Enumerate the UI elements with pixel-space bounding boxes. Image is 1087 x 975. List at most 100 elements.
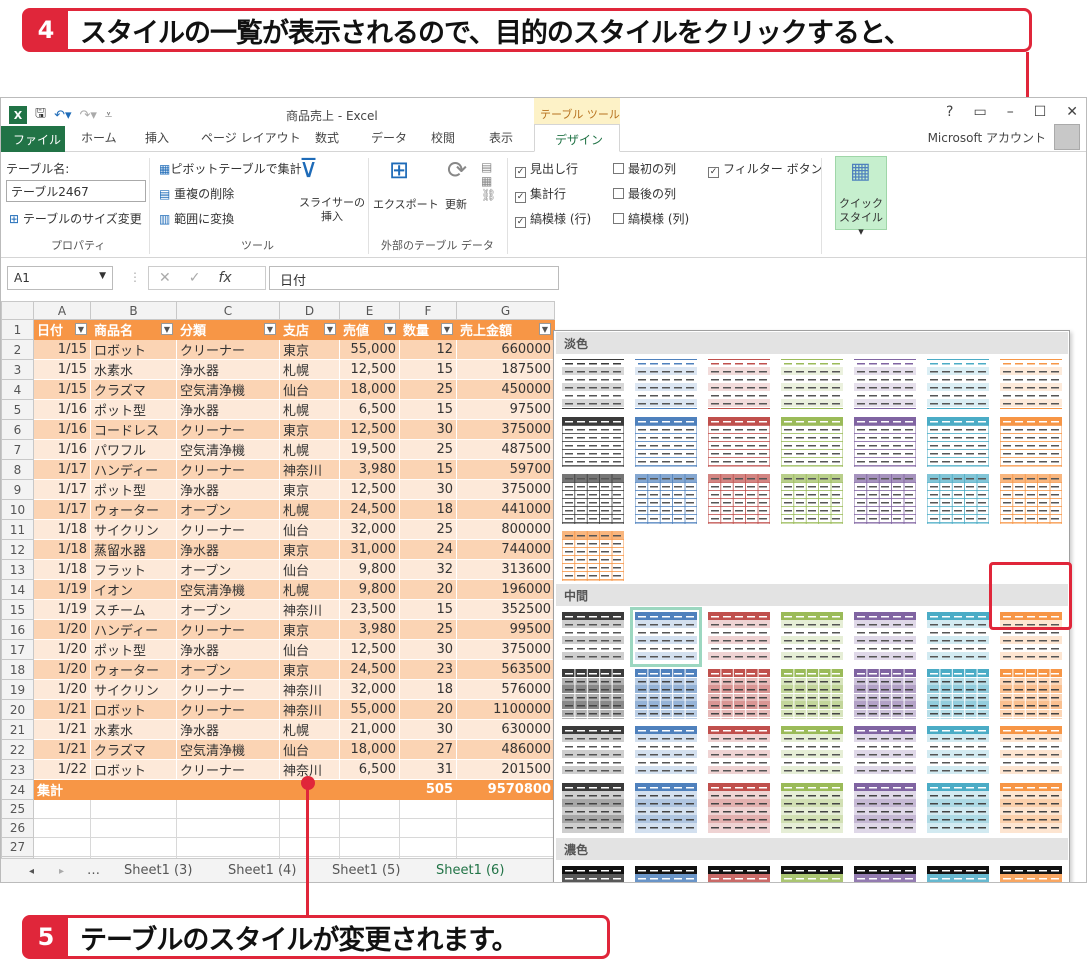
table-cell[interactable]: 水素水 xyxy=(90,719,177,740)
filter-dropdown-icon[interactable]: ▼ xyxy=(441,323,453,335)
table-cell[interactable]: クリーナー xyxy=(176,339,280,360)
resize-table-button[interactable]: ⊞ テーブルのサイズ変更 xyxy=(9,210,142,227)
table-cell[interactable]: パワフル xyxy=(90,439,177,460)
table-cell[interactable]: 1/16 xyxy=(33,439,91,460)
table-cell[interactable]: 15 xyxy=(399,359,457,380)
table-style-option[interactable] xyxy=(635,359,697,409)
table-cell[interactable]: 18 xyxy=(399,679,457,700)
table-style-option[interactable] xyxy=(781,726,843,776)
column-header[interactable]: B xyxy=(90,301,177,320)
filter-button-checkbox[interactable]: ✓ フィルター ボタン xyxy=(708,160,823,178)
table-cell[interactable]: クリーナー xyxy=(176,759,280,780)
table-cell[interactable]: ウォーター xyxy=(90,499,177,520)
table-cell[interactable]: 1/16 xyxy=(33,399,91,420)
table-style-option[interactable] xyxy=(708,612,770,662)
table-name-input[interactable]: テーブル2467 xyxy=(6,180,146,202)
table-cell[interactable]: 1/19 xyxy=(33,599,91,620)
table-cell[interactable]: 800000 xyxy=(456,519,555,540)
banded-rows-checkbox[interactable]: ✓ 縞模様 (行) xyxy=(515,210,591,228)
remove-duplicates-button[interactable]: ▤ 重複の削除 xyxy=(159,185,234,202)
total-qty-cell[interactable]: 505 xyxy=(399,779,457,800)
table-style-option[interactable] xyxy=(927,612,989,662)
table-style-option[interactable] xyxy=(708,669,770,719)
ribbon-display-icon[interactable]: ▭ xyxy=(973,104,986,120)
row-number[interactable]: 11 xyxy=(1,519,34,540)
banded-columns-checkbox[interactable]: 縞模様 (列) xyxy=(613,210,689,227)
filter-dropdown-icon[interactable]: ▼ xyxy=(384,323,396,335)
table-style-option[interactable] xyxy=(927,726,989,776)
header-row-checkbox[interactable]: ✓ 見出し行 xyxy=(515,160,578,178)
filter-dropdown-icon[interactable]: ▼ xyxy=(75,323,87,335)
table-cell[interactable]: 59700 xyxy=(456,459,555,480)
table-style-option[interactable] xyxy=(562,866,624,882)
row-number[interactable]: 3 xyxy=(1,359,34,380)
row-number[interactable]: 15 xyxy=(1,599,34,620)
table-style-option[interactable] xyxy=(927,783,989,833)
table-style-option[interactable] xyxy=(561,530,625,582)
table-header-cell[interactable]: 支店 ▼ xyxy=(279,319,340,340)
avatar[interactable] xyxy=(1054,124,1080,150)
column-header[interactable]: F xyxy=(399,301,457,320)
convert-to-range-button[interactable]: ▥ 範囲に変換 xyxy=(159,210,234,227)
row-number[interactable]: 1 xyxy=(1,319,34,340)
table-cell[interactable]: 31,000 xyxy=(339,539,400,560)
sheet-tab-active[interactable]: Sheet1 (6) xyxy=(436,863,504,878)
table-cell[interactable]: 32,000 xyxy=(339,679,400,700)
row-number[interactable]: 19 xyxy=(1,679,34,700)
table-style-option[interactable] xyxy=(999,473,1063,525)
external-small-icons[interactable]: ▤ ▦ ⛓ xyxy=(481,160,496,202)
sheet-tab[interactable]: Sheet1 (4) xyxy=(228,863,296,878)
table-style-option[interactable] xyxy=(781,612,843,662)
tab-file[interactable]: ファイル xyxy=(1,126,65,152)
redo-icon[interactable]: ↷▾ xyxy=(80,108,97,123)
table-cell[interactable]: 352500 xyxy=(456,599,555,620)
table-cell[interactable]: 1/22 xyxy=(33,759,91,780)
table-style-option[interactable] xyxy=(562,359,624,409)
close-icon[interactable]: ✕ xyxy=(1066,104,1078,120)
table-cell[interactable]: 15 xyxy=(399,599,457,620)
filter-dropdown-icon[interactable]: ▼ xyxy=(539,323,551,335)
table-style-option[interactable] xyxy=(1000,783,1062,833)
table-cell[interactable]: 487500 xyxy=(456,439,555,460)
table-cell[interactable]: 1/18 xyxy=(33,539,91,560)
row-number[interactable]: 7 xyxy=(1,439,34,460)
table-cell[interactable]: クリーナー xyxy=(176,679,280,700)
table-cell[interactable]: 1/20 xyxy=(33,679,91,700)
table-cell[interactable]: オーブン xyxy=(176,599,280,620)
table-cell[interactable]: 486000 xyxy=(456,739,555,760)
sheet-scroll-right-icon[interactable]: ▸ xyxy=(59,866,64,877)
tab-review[interactable]: 校閲 xyxy=(431,129,455,146)
table-header-cell[interactable]: 数量 ▼ xyxy=(399,319,457,340)
table-cell[interactable]: 浄水器 xyxy=(176,479,280,500)
table-cell[interactable]: 3,980 xyxy=(339,619,400,640)
table-cell[interactable]: 札幌 xyxy=(279,579,340,600)
table-style-option[interactable] xyxy=(781,669,843,719)
table-cell[interactable]: 1/15 xyxy=(33,379,91,400)
table-cell[interactable]: 仙台 xyxy=(279,559,340,580)
empty-cell[interactable] xyxy=(176,837,280,857)
empty-cell[interactable] xyxy=(339,799,400,819)
empty-cell[interactable] xyxy=(456,818,555,838)
table-style-option[interactable] xyxy=(853,473,917,525)
table-cell[interactable]: 375000 xyxy=(456,419,555,440)
table-cell[interactable]: 24 xyxy=(399,539,457,560)
table-style-option[interactable] xyxy=(708,359,770,409)
table-cell[interactable]: 1/18 xyxy=(33,519,91,540)
chevron-down-icon[interactable]: ▼ xyxy=(99,271,106,281)
table-cell[interactable]: ロボット xyxy=(90,759,177,780)
table-cell[interactable]: ポット型 xyxy=(90,639,177,660)
table-cell[interactable]: クリーナー xyxy=(176,619,280,640)
filter-dropdown-icon[interactable]: ▼ xyxy=(161,323,173,335)
row-number[interactable]: 27 xyxy=(1,837,34,857)
table-cell[interactable]: 25 xyxy=(399,439,457,460)
total-cell[interactable] xyxy=(176,779,280,800)
table-cell[interactable]: 1/21 xyxy=(33,699,91,720)
table-style-option[interactable] xyxy=(781,866,843,882)
table-style-option[interactable] xyxy=(708,726,770,776)
table-cell[interactable]: 1/17 xyxy=(33,499,91,520)
table-cell[interactable]: 神奈川 xyxy=(279,599,340,620)
table-cell[interactable]: 24,500 xyxy=(339,499,400,520)
table-cell[interactable]: 744000 xyxy=(456,539,555,560)
table-cell[interactable]: 1/15 xyxy=(33,359,91,380)
table-cell[interactable]: 東京 xyxy=(279,659,340,680)
